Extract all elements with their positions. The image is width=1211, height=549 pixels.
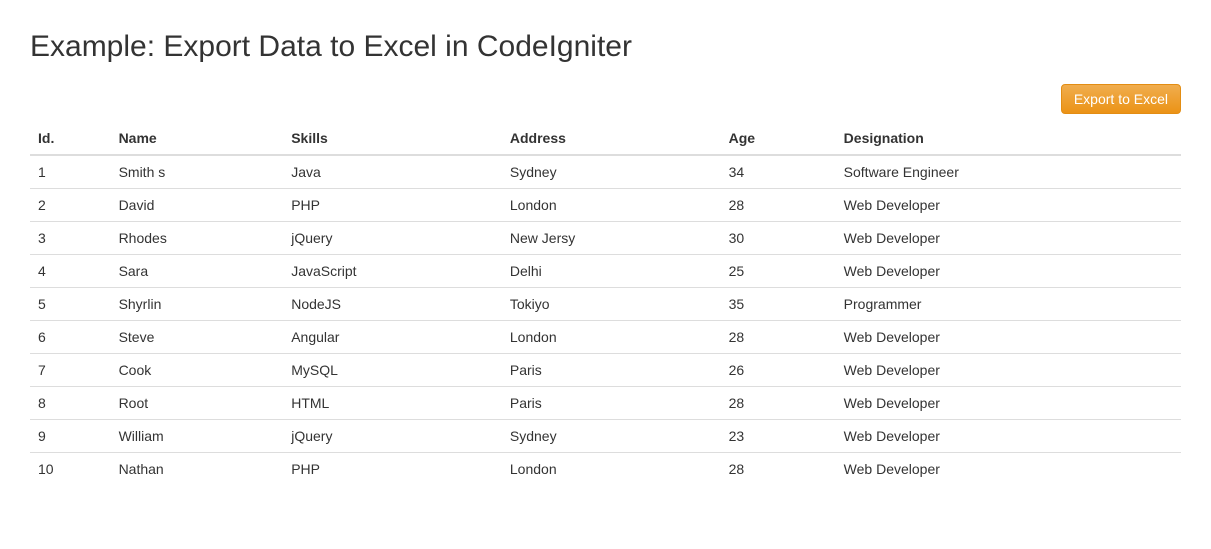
cell-address: Sydney — [502, 420, 721, 453]
cell-name: Nathan — [111, 453, 284, 486]
cell-skills: Java — [283, 155, 502, 189]
cell-skills: jQuery — [283, 420, 502, 453]
cell-age: 35 — [721, 288, 836, 321]
cell-designation: Web Developer — [836, 387, 1181, 420]
cell-name: Sara — [111, 255, 284, 288]
cell-id: 7 — [30, 354, 111, 387]
header-age: Age — [721, 122, 836, 155]
table-row: 5ShyrlinNodeJSTokiyo35Programmer — [30, 288, 1181, 321]
cell-address: London — [502, 321, 721, 354]
cell-name: Cook — [111, 354, 284, 387]
page-title: Example: Export Data to Excel in CodeIgn… — [30, 30, 1181, 64]
cell-designation: Web Developer — [836, 420, 1181, 453]
cell-id: 8 — [30, 387, 111, 420]
cell-name: Shyrlin — [111, 288, 284, 321]
cell-address: Tokiyo — [502, 288, 721, 321]
cell-skills: jQuery — [283, 222, 502, 255]
table-row: 2DavidPHPLondon28Web Developer — [30, 189, 1181, 222]
cell-designation: Web Developer — [836, 189, 1181, 222]
cell-age: 34 — [721, 155, 836, 189]
table-row: 1Smith sJavaSydney34Software Engineer — [30, 155, 1181, 189]
cell-id: 9 — [30, 420, 111, 453]
table-row: 6SteveAngularLondon28Web Developer — [30, 321, 1181, 354]
cell-age: 28 — [721, 321, 836, 354]
cell-id: 5 — [30, 288, 111, 321]
cell-designation: Web Developer — [836, 453, 1181, 486]
cell-designation: Web Developer — [836, 321, 1181, 354]
cell-name: David — [111, 189, 284, 222]
cell-address: Paris — [502, 387, 721, 420]
cell-address: Sydney — [502, 155, 721, 189]
cell-id: 4 — [30, 255, 111, 288]
cell-skills: Angular — [283, 321, 502, 354]
cell-age: 28 — [721, 387, 836, 420]
cell-designation: Software Engineer — [836, 155, 1181, 189]
header-skills: Skills — [283, 122, 502, 155]
cell-address: London — [502, 189, 721, 222]
table-row: 10NathanPHPLondon28Web Developer — [30, 453, 1181, 486]
table-row: 3RhodesjQueryNew Jersy30Web Developer — [30, 222, 1181, 255]
cell-skills: HTML — [283, 387, 502, 420]
cell-name: Root — [111, 387, 284, 420]
cell-age: 23 — [721, 420, 836, 453]
header-designation: Designation — [836, 122, 1181, 155]
table-row: 7CookMySQLParis26Web Developer — [30, 354, 1181, 387]
cell-skills: PHP — [283, 453, 502, 486]
table-row: 8RootHTMLParis28Web Developer — [30, 387, 1181, 420]
cell-id: 1 — [30, 155, 111, 189]
cell-skills: NodeJS — [283, 288, 502, 321]
cell-id: 10 — [30, 453, 111, 486]
cell-skills: MySQL — [283, 354, 502, 387]
cell-address: Paris — [502, 354, 721, 387]
cell-age: 30 — [721, 222, 836, 255]
cell-age: 26 — [721, 354, 836, 387]
header-address: Address — [502, 122, 721, 155]
cell-name: Steve — [111, 321, 284, 354]
cell-address: London — [502, 453, 721, 486]
export-to-excel-button[interactable]: Export to Excel — [1061, 84, 1181, 114]
cell-skills: PHP — [283, 189, 502, 222]
cell-name: Rhodes — [111, 222, 284, 255]
data-table: Id. Name Skills Address Age Designation … — [30, 122, 1181, 485]
cell-age: 25 — [721, 255, 836, 288]
table-row: 9WilliamjQuerySydney23Web Developer — [30, 420, 1181, 453]
cell-designation: Web Developer — [836, 354, 1181, 387]
header-id: Id. — [30, 122, 111, 155]
cell-id: 6 — [30, 321, 111, 354]
cell-id: 3 — [30, 222, 111, 255]
table-header-row: Id. Name Skills Address Age Designation — [30, 122, 1181, 155]
cell-designation: Web Developer — [836, 222, 1181, 255]
cell-skills: JavaScript — [283, 255, 502, 288]
cell-address: New Jersy — [502, 222, 721, 255]
cell-age: 28 — [721, 453, 836, 486]
cell-name: William — [111, 420, 284, 453]
cell-id: 2 — [30, 189, 111, 222]
toolbar: Export to Excel — [30, 84, 1181, 114]
cell-designation: Programmer — [836, 288, 1181, 321]
cell-designation: Web Developer — [836, 255, 1181, 288]
table-row: 4SaraJavaScriptDelhi25Web Developer — [30, 255, 1181, 288]
cell-age: 28 — [721, 189, 836, 222]
cell-name: Smith s — [111, 155, 284, 189]
cell-address: Delhi — [502, 255, 721, 288]
header-name: Name — [111, 122, 284, 155]
